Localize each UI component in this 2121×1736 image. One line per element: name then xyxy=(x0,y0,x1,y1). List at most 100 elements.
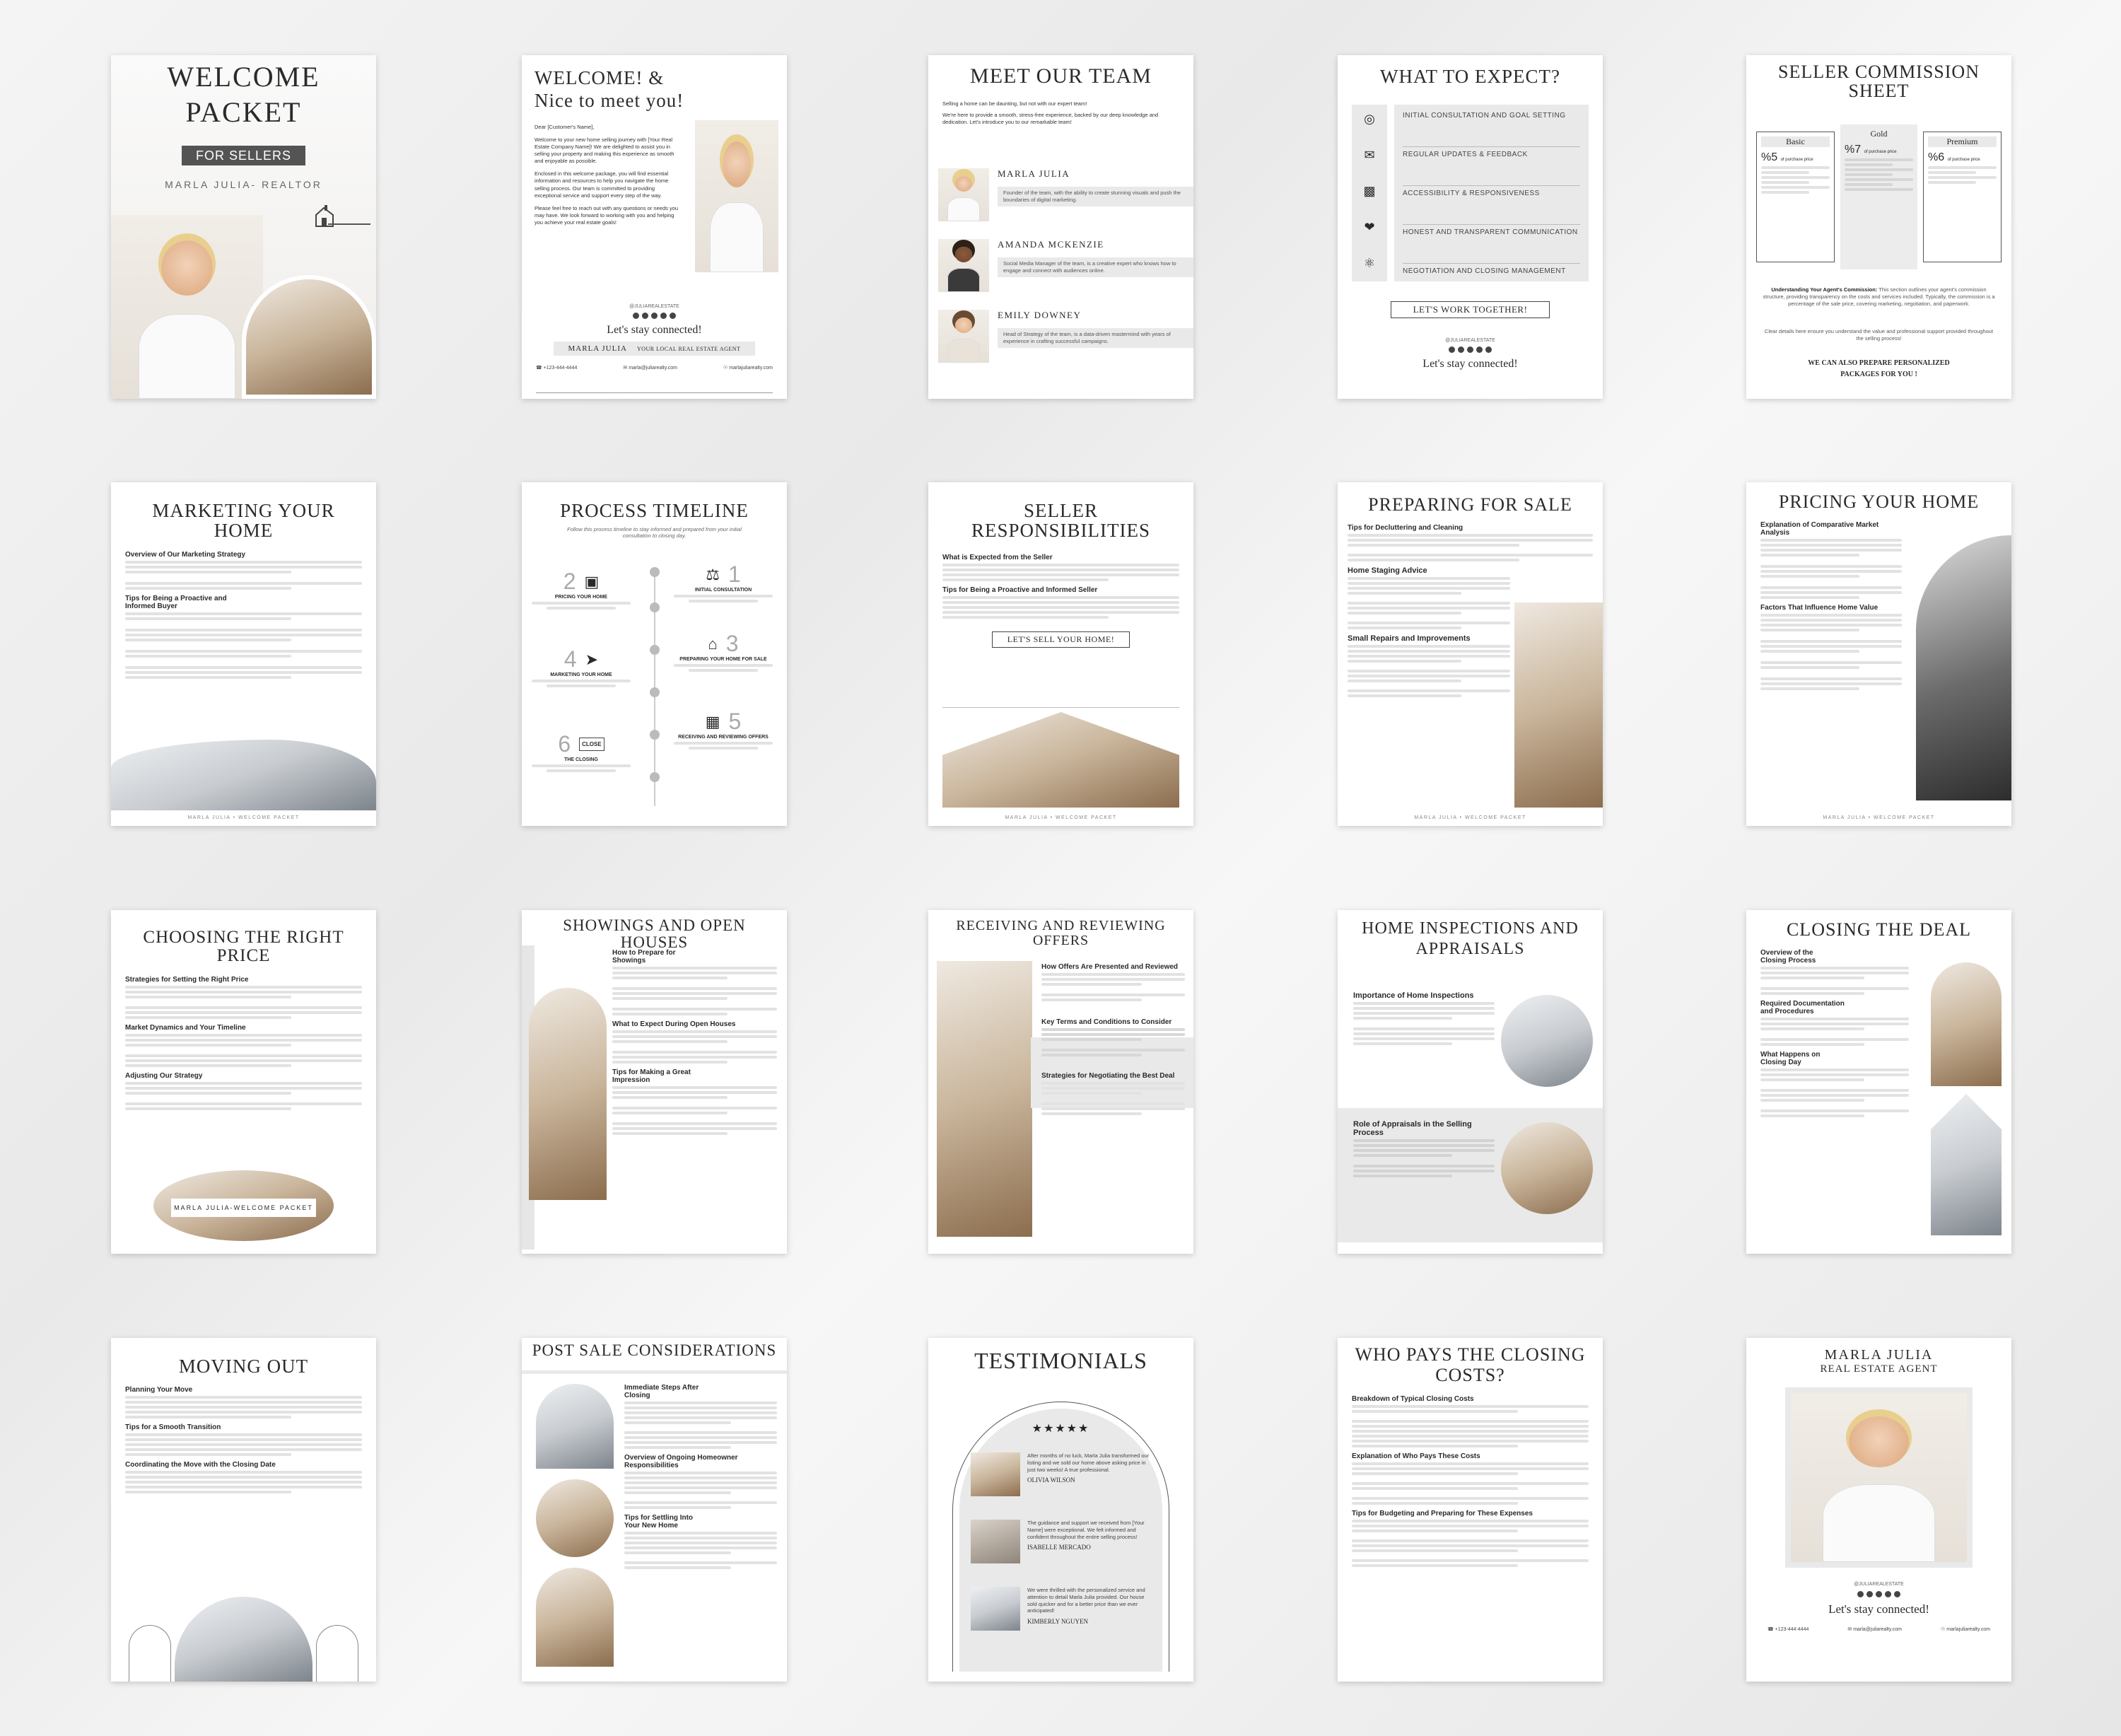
step-label: MARKETING YOUR HOME xyxy=(550,672,612,677)
work-together-button[interactable]: LET'S WORK TOGETHER! xyxy=(1391,301,1550,318)
divider xyxy=(328,223,370,225)
porch-photo xyxy=(529,988,607,1200)
email-icon[interactable]: ✉ marla@juliarealty.com xyxy=(1847,1626,1902,1632)
post-sale-heading-2: Overview of Ongoing Homeowner Responsibi… xyxy=(624,1454,738,1469)
page-closing-deal[interactable]: CLOSING THE DEAL Overview of the Closing… xyxy=(1746,910,2011,1254)
who-pays-heading-3: Tips for Budgeting and Preparing for The… xyxy=(1352,1509,1533,1517)
step-label: THE CLOSING xyxy=(564,757,598,762)
tier-name: Gold xyxy=(1870,129,1888,139)
page-offers[interactable]: RECEIVING AND REVIEWING OFFERS How Offer… xyxy=(928,910,1193,1254)
page-inspections[interactable]: HOME INSPECTIONS AND APPRAISALS Importan… xyxy=(1338,910,1603,1254)
page-who-pays[interactable]: WHO PAYS THE CLOSING COSTS? Breakdown of… xyxy=(1338,1338,1603,1682)
page-right-price[interactable]: CHOOSING THE RIGHT PRICE Strategies for … xyxy=(111,910,376,1254)
timeline-step: ⚖ 1 INITIAL CONSULTATION xyxy=(674,561,773,605)
globe-icon[interactable]: ☉ marlajuliarealty.com xyxy=(723,365,773,371)
post-sale-body: Immediate Steps After Closing Overview o… xyxy=(624,1379,777,1571)
page-welcome-nice[interactable]: WELCOME! & Nice to meet you! Dear [Custo… xyxy=(522,55,787,399)
testimonial-name: OLIVIA WILSON xyxy=(1027,1476,1075,1484)
timeline-dot xyxy=(649,645,660,655)
page-preparing-for-sale[interactable]: PREPARING FOR SALE Tips for Decluttering… xyxy=(1338,482,1603,826)
living-photo xyxy=(536,1568,614,1667)
offers-body: How Offers Are Presented and Reviewed Ke… xyxy=(1041,958,1185,1117)
page-testimonials[interactable]: TESTIMONIALS ★★★★★ After months of no lu… xyxy=(928,1338,1193,1682)
facebook-icon[interactable] xyxy=(642,313,648,319)
page-footer: MARLA JULIA • WELCOME PACKET xyxy=(1414,815,1526,820)
expect-item: INITIAL CONSULTATION AND GOAL SETTING xyxy=(1403,112,1580,147)
showings-heading-2: What to Expect During Open Houses xyxy=(612,1020,736,1028)
email: marla@juliarealty.com xyxy=(629,366,678,371)
post-sale-heading-1: Immediate Steps After Closing xyxy=(624,1384,699,1399)
contact-row: ☎ +123-444-4444 ✉ marla@juliarealty.com … xyxy=(1768,1626,1990,1632)
twitter-icon[interactable] xyxy=(660,313,667,319)
facebook-icon[interactable] xyxy=(1866,1591,1873,1597)
page-agent-contact[interactable]: MARLA JULIA REAL ESTATE AGENT @JULIAREAL… xyxy=(1746,1338,2011,1682)
page-welcome-packet[interactable]: WELCOME PACKET FOR SELLERS MARLA JULIA- … xyxy=(111,55,376,399)
resp-heading-1: What is Expected from the Seller xyxy=(942,553,1053,561)
facebook-icon[interactable] xyxy=(1458,346,1464,353)
page-footer: MARLA JULIA • WELCOME PACKET xyxy=(1823,815,1935,820)
sell-home-button[interactable]: LET'S SELL YOUR HOME! xyxy=(992,631,1130,648)
step-number: 4 xyxy=(563,646,577,672)
page-moving-out[interactable]: MOVING OUT Planning Your Move Tips for a… xyxy=(111,1338,376,1682)
instagram-icon[interactable] xyxy=(1449,346,1455,353)
globe-icon[interactable]: ☉ marlajuliarealty.com xyxy=(1941,1626,1990,1632)
instagram-icon[interactable] xyxy=(633,313,639,319)
portrait-frame xyxy=(1785,1387,1973,1568)
member-photo xyxy=(938,239,989,292)
page-process-timeline[interactable]: PROCESS TIMELINE Follow this process tim… xyxy=(522,482,787,826)
social-icons[interactable] xyxy=(522,313,787,319)
pinterest-icon[interactable] xyxy=(1876,1591,1882,1597)
tier-name: Premium xyxy=(1928,136,1997,147)
page-seller-responsibilities[interactable]: SELLER RESPONSIBILITIES What is Expected… xyxy=(928,482,1193,826)
timeline-step: 4 ➤ MARKETING YOUR HOME xyxy=(532,646,631,689)
email-icon[interactable]: ✉ marla@juliarealty.com xyxy=(623,365,677,371)
instagram-icon[interactable] xyxy=(1857,1591,1864,1597)
step-label: INITIAL CONSULTATION xyxy=(694,588,752,593)
tier-card-featured: Gold %7 of purchase price xyxy=(1840,124,1917,269)
chat-icon: ✉ xyxy=(1364,148,1375,162)
pinterest-icon[interactable] xyxy=(1467,346,1473,353)
letter-para-2: Enclosed in this welcome package, you wi… xyxy=(534,170,669,199)
preparing-heading-1: Tips for Decluttering and Cleaning xyxy=(1348,524,1463,532)
mirror-photo xyxy=(536,1384,614,1469)
preparing-heading-2: Home Staging Advice xyxy=(1348,566,1427,576)
twitter-icon[interactable] xyxy=(1885,1591,1891,1597)
page-showings[interactable]: SHOWINGS AND OPEN HOUSES How to Prepare … xyxy=(522,910,787,1254)
tier-pct: %6 xyxy=(1928,151,1945,163)
timeline-intro: Follow this process timeline to stay inf… xyxy=(567,526,742,540)
page-what-to-expect[interactable]: WHAT TO EXPECT? ◎ ✉ ▩ ❤ ⚛ INITIAL CONSUL… xyxy=(1338,55,1603,399)
pinterest-icon[interactable] xyxy=(651,313,658,319)
page-marketing[interactable]: MARKETING YOUR HOME Overview of Our Mark… xyxy=(111,482,376,826)
social-handle: @JULIAREALESTATE xyxy=(629,304,679,309)
who-pays-heading-2: Explanation of Who Pays These Costs xyxy=(1352,1452,1480,1460)
page-meet-team[interactable]: MEET OUR TEAM Selling a home can be daun… xyxy=(928,55,1193,399)
heart-icon: ❤ xyxy=(1364,220,1375,234)
laptop-icon: ▩ xyxy=(1363,184,1376,198)
price-tag-icon: ▣ xyxy=(584,572,600,590)
page-pricing-home[interactable]: PRICING YOUR HOME Explanation of Compara… xyxy=(1746,482,2011,826)
expect-list: INITIAL CONSULTATION AND GOAL SETTING RE… xyxy=(1394,105,1589,281)
social-icons[interactable] xyxy=(1338,346,1603,353)
who-pays-heading-1: Breakdown of Typical Closing Costs xyxy=(1352,1394,1474,1403)
divider xyxy=(536,392,773,393)
linkedin-icon[interactable] xyxy=(1894,1591,1900,1597)
page-commission-sheet[interactable]: SELLER COMMISSION SHEET Basic %5 of purc… xyxy=(1746,55,2011,399)
team-title: MEET OUR TEAM xyxy=(970,64,1152,88)
linkedin-icon[interactable] xyxy=(670,313,676,319)
right-price-heading-1: Strategies for Setting the Right Price xyxy=(125,975,249,984)
twitter-icon[interactable] xyxy=(1476,346,1483,353)
timeline-dot xyxy=(649,730,660,740)
page-footer-badge: MARLA JULIA-WELCOME PACKET xyxy=(171,1199,316,1217)
social-icons[interactable] xyxy=(1746,1591,2011,1597)
team-member: MARLA JULIA Founder of the team, with th… xyxy=(938,168,1193,239)
stay-connected: Let's stay connected! xyxy=(1422,358,1518,370)
testimonial-name: KIMBERLY NGUYEN xyxy=(1027,1618,1089,1625)
phone-icon: ☎ +123-444-4444 xyxy=(1768,1627,1809,1632)
timeline-step: ▦ 5 RECEIVING AND REVIEWING OFFERS xyxy=(674,709,773,752)
for-sellers-badge: FOR SELLERS xyxy=(182,146,305,165)
expect-item: HONEST AND TRANSPARENT COMMUNICATION xyxy=(1403,228,1580,264)
packages-line-2: PACKAGES FOR YOU ! xyxy=(1840,371,1917,378)
linkedin-icon[interactable] xyxy=(1485,346,1492,353)
page-post-sale[interactable]: POST SALE CONSIDERATIONS Immediate Steps… xyxy=(522,1338,787,1682)
closing-heading-2: Required Documentation and Procedures xyxy=(1760,1000,1845,1016)
